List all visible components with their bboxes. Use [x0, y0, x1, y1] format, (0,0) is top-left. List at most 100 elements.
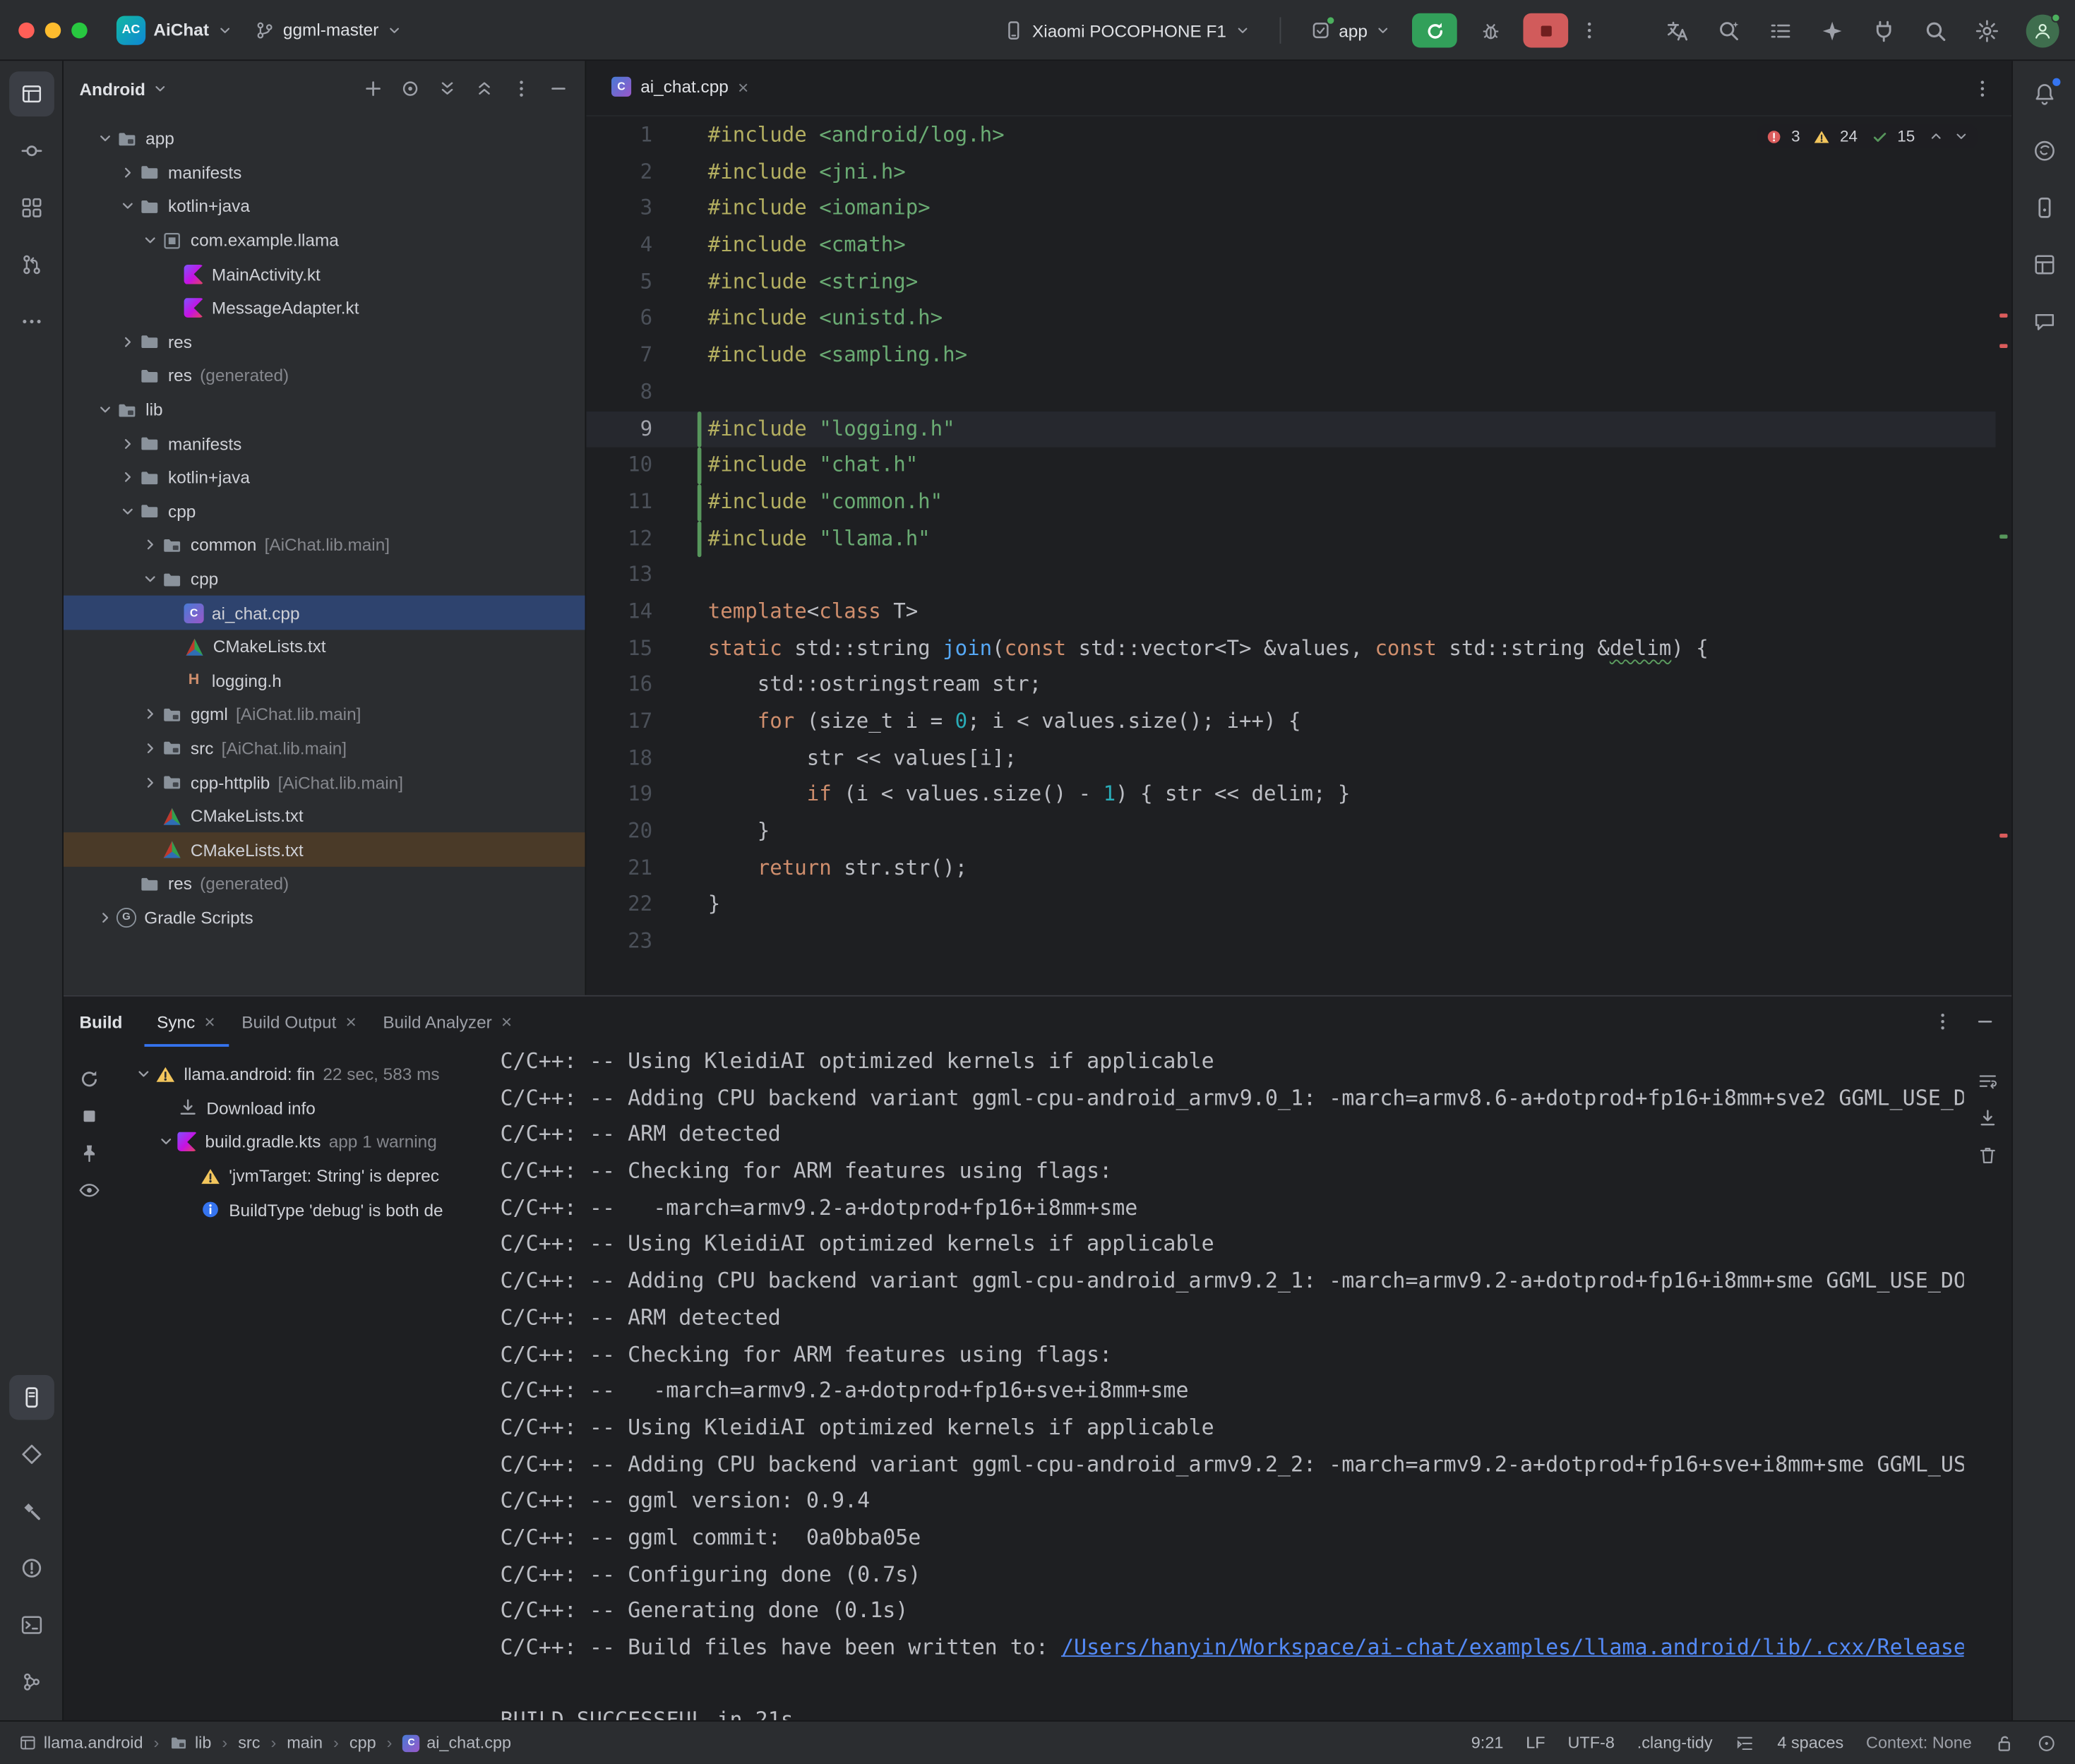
inspections-widget-icon[interactable] — [2037, 1733, 2057, 1753]
editor-tab-ai-chat-cpp[interactable]: C ai_chat.cpp × — [597, 61, 763, 115]
project-tree-item-kotlin-java[interactable]: kotlin+java — [64, 189, 585, 223]
code-line-18[interactable]: 18 str << values[i]; — [586, 740, 1995, 777]
chevron-right-icon[interactable] — [94, 907, 116, 928]
build-tree-item-jvmtarget-string-is-deprec[interactable]: 'jvmTarget: String' is deprec — [132, 1159, 500, 1193]
tool-window-button-layout-inspector[interactable] — [2021, 241, 2067, 287]
chevron-right-icon[interactable] — [116, 162, 139, 183]
breadcrumb-llama-android[interactable]: llama.android — [18, 1734, 143, 1752]
build-console[interactable]: C/C++: -- Using KleidiAI optimized kerne… — [501, 1047, 1964, 1720]
code-line-23[interactable]: 23 — [586, 924, 1995, 961]
chevron-down-icon[interactable] — [139, 568, 162, 589]
close-window-button[interactable] — [18, 22, 34, 37]
code-line-11[interactable]: 11#include "common.h" — [586, 484, 1995, 521]
build-options-icon[interactable] — [1932, 1011, 1954, 1032]
context[interactable]: Context: None — [1866, 1734, 1972, 1752]
project-tree-item-ai-chat-cpp[interactable]: Cai_chat.cpp — [64, 596, 585, 630]
chevron-down-icon[interactable] — [132, 1064, 155, 1085]
editor-scrollbar[interactable] — [1996, 61, 2011, 995]
chevron-down-icon[interactable] — [155, 1132, 177, 1153]
search-icon[interactable] — [1923, 18, 1949, 43]
tool-window-button-problems[interactable] — [8, 1545, 54, 1590]
options-icon[interactable] — [511, 78, 532, 100]
code-line-9[interactable]: 9#include "logging.h" — [586, 411, 1995, 448]
code-editor[interactable]: 1#include <android/log.h>2#include <jni.… — [586, 118, 1995, 995]
sync-icon[interactable] — [78, 1067, 100, 1090]
breadcrumb-lib[interactable]: lib — [169, 1734, 211, 1752]
collapse-all-icon[interactable] — [474, 78, 495, 100]
project-tree-item-cmakelists-txt[interactable]: CMakeLists.txt — [64, 799, 585, 833]
build-tool-window-title[interactable]: Build — [79, 1012, 122, 1031]
code-line-10[interactable]: 10#include "chat.h" — [586, 448, 1995, 484]
code-line-20[interactable]: 20 } — [586, 814, 1995, 851]
caret-position[interactable]: 9:21 — [1471, 1734, 1504, 1752]
code-line-3[interactable]: 3#include <iomanip> — [586, 191, 1995, 228]
tool-window-button-assistant[interactable] — [2021, 299, 2067, 344]
code-line-14[interactable]: 14template<class T> — [586, 594, 1995, 631]
code-line-22[interactable]: 22} — [586, 887, 1995, 924]
project-selector[interactable]: AC AiChat — [106, 10, 244, 49]
locate-icon[interactable] — [400, 78, 421, 100]
chevron-down-icon[interactable] — [94, 128, 116, 149]
breadcrumb-main[interactable]: main — [287, 1734, 323, 1752]
tool-window-button-device-explorer[interactable] — [2021, 185, 2067, 230]
project-tree-item-cmakelists-txt[interactable]: CMakeLists.txt — [64, 630, 585, 664]
next-problem-icon[interactable] — [1954, 128, 1969, 144]
project-view-selector[interactable]: Android — [79, 79, 145, 99]
project-tree-item-ggml[interactable]: ggml[AiChat.lib.main] — [64, 697, 585, 731]
tool-window-button-version-control[interactable] — [8, 1659, 54, 1704]
plugins-icon[interactable] — [1871, 18, 1896, 43]
indentation[interactable]: 4 spaces — [1777, 1734, 1843, 1752]
tool-window-button-dependencies[interactable] — [8, 1431, 54, 1476]
build-tree-item-buildtype-debug-is-both-de[interactable]: BuildType 'debug' is both de — [132, 1193, 500, 1227]
project-tree-item-app[interactable]: app — [64, 121, 585, 155]
tool-window-button-notifications[interactable] — [2021, 71, 2067, 116]
breadcrumb-ai-chat-cpp[interactable]: Cai_chat.cpp — [402, 1734, 511, 1752]
chevron-down-icon[interactable] — [116, 500, 139, 522]
ai-search-icon[interactable] — [1716, 18, 1742, 43]
ai-assistant-icon[interactable] — [1819, 18, 1845, 43]
project-tree-item-mainactivity-kt[interactable]: MainActivity.kt — [64, 257, 585, 291]
file-encoding[interactable]: UTF-8 — [1567, 1734, 1614, 1752]
lock-open-icon[interactable] — [1995, 1733, 2014, 1753]
editor-options-icon[interactable] — [1972, 78, 1993, 100]
tool-window-button-gradle[interactable] — [2021, 128, 2067, 173]
build-tab-build-analyzer[interactable]: Build Analyzer× — [370, 997, 525, 1047]
project-tree-item-src[interactable]: src[AiChat.lib.main] — [64, 731, 585, 765]
close-icon[interactable]: × — [204, 1012, 215, 1031]
project-tree-item-res[interactable]: res — [64, 325, 585, 359]
project-tree-item-cpp[interactable]: cpp — [64, 494, 585, 528]
chevron-right-icon[interactable] — [139, 772, 162, 793]
vcs-branch-selector[interactable]: ggml-master — [244, 14, 413, 46]
code-line-15[interactable]: 15static std::string join(const std::vec… — [586, 631, 1995, 668]
code-line-12[interactable]: 12#include "llama.h" — [586, 521, 1995, 558]
soft-wrap-icon[interactable] — [1977, 1071, 1998, 1092]
previous-problem-icon[interactable] — [1928, 128, 1944, 144]
debug-button[interactable] — [1468, 13, 1513, 48]
add-icon[interactable] — [363, 78, 384, 100]
project-tree-item-gradle-scripts[interactable]: GGradle Scripts — [64, 901, 585, 935]
code-line-13[interactable]: 13 — [586, 558, 1995, 594]
close-icon[interactable]: × — [345, 1012, 356, 1031]
chevron-down-icon[interactable] — [94, 399, 116, 420]
chevron-down-icon[interactable] — [116, 196, 139, 217]
close-icon[interactable]: × — [501, 1012, 512, 1031]
code-line-8[interactable]: 8 — [586, 374, 1995, 411]
code-line-16[interactable]: 16 std::ostringstream str; — [586, 667, 1995, 704]
tool-window-button-build[interactable] — [8, 1488, 54, 1533]
minimize-window-button[interactable] — [45, 22, 61, 37]
project-tree-item-com-example-llama[interactable]: com.example.llama — [64, 223, 585, 257]
project-tree-item-common[interactable]: common[AiChat.lib.main] — [64, 528, 585, 562]
breadcrumb-src[interactable]: src — [238, 1734, 260, 1752]
code-line-7[interactable]: 7#include <sampling.h> — [586, 337, 1995, 374]
project-tree-item-res[interactable]: res(generated) — [64, 867, 585, 901]
clang-tidy[interactable]: .clang-tidy — [1637, 1734, 1713, 1752]
tool-window-button-pull-requests[interactable] — [8, 241, 54, 287]
hide-icon[interactable] — [548, 78, 569, 100]
zoom-window-button[interactable] — [71, 22, 87, 37]
project-tree-item-manifests[interactable]: manifests — [64, 155, 585, 189]
project-tree-item-cpp-httplib[interactable]: cpp-httplib[AiChat.lib.main] — [64, 765, 585, 799]
tool-window-button-project[interactable] — [8, 71, 54, 116]
chevron-right-icon[interactable] — [139, 534, 162, 556]
line-separator[interactable]: LF — [1526, 1734, 1545, 1752]
project-tree-item-cmakelists-txt[interactable]: CMakeLists.txt — [64, 833, 585, 867]
